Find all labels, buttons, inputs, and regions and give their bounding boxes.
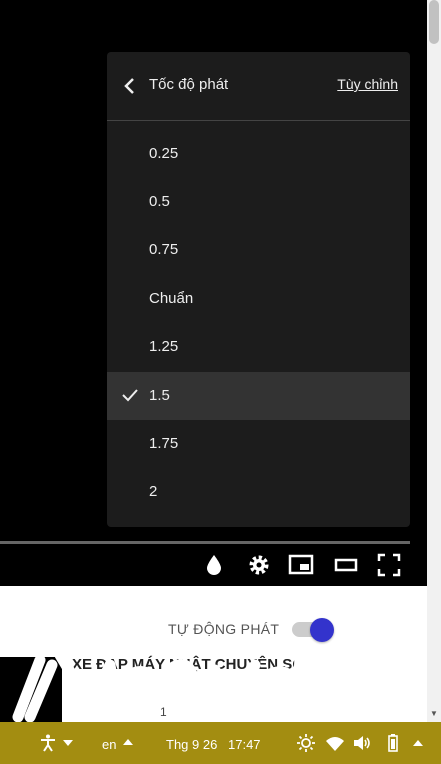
system-tray-arrow-icon[interactable]	[411, 736, 425, 750]
ambient-mode-drop-icon[interactable]	[201, 552, 227, 578]
speed-option[interactable]: 0.25	[107, 130, 410, 178]
speed-option-selected[interactable]: 1.5	[107, 372, 410, 420]
speed-option[interactable]: Chuẩn	[107, 275, 410, 323]
menu-header: Tốc độ phát Tùy chỉnh	[107, 52, 410, 121]
speed-option[interactable]: 1.25	[107, 323, 410, 371]
speed-option[interactable]: 1.75	[107, 420, 410, 468]
playback-speed-menu: Tốc độ phát Tùy chỉnh 0.25 0.5 0.75 Chuẩ…	[107, 52, 410, 527]
speed-option-label: 0.75	[149, 241, 179, 258]
dropdown-arrow-icon[interactable]	[61, 736, 75, 750]
speed-option-label: 1.75	[149, 435, 179, 452]
speed-option[interactable]: 0.75	[107, 226, 410, 274]
scrollbar-thumb[interactable]	[429, 0, 439, 44]
miniplayer-icon[interactable]	[288, 552, 314, 578]
wifi-icon[interactable]	[325, 733, 345, 753]
speed-option-label: 2	[149, 483, 158, 500]
theater-mode-icon[interactable]	[333, 552, 359, 578]
speed-option-label: Chuẩn	[149, 290, 194, 307]
back-chevron-icon[interactable]	[123, 76, 137, 96]
handwritten-scribble	[12, 649, 306, 725]
accessibility-icon[interactable]	[38, 733, 58, 753]
speed-option-label: 1.25	[149, 338, 179, 355]
speed-option-label: 1.5	[149, 387, 170, 404]
menu-title: Tốc độ phát	[149, 76, 229, 93]
battery-icon[interactable]	[383, 733, 403, 753]
volume-icon[interactable]	[352, 733, 372, 753]
taskbar-date[interactable]: Thg 9 26	[166, 737, 217, 752]
speed-option[interactable]: 2	[107, 468, 410, 516]
scrollbar[interactable]	[427, 0, 441, 722]
custom-speed-link[interactable]: Tùy chỉnh	[337, 76, 398, 92]
speed-option-label: 0.5	[149, 193, 170, 210]
settings-gear-icon[interactable]	[246, 552, 272, 578]
checkmark-icon	[122, 389, 138, 402]
fullscreen-icon[interactable]	[376, 552, 402, 578]
language-up-arrow-icon[interactable]	[121, 735, 135, 749]
keyboard-language[interactable]: en	[102, 737, 116, 752]
speed-option-label: 0.25	[149, 145, 179, 162]
speed-option[interactable]: 0.5	[107, 178, 410, 226]
scroll-down-arrow-icon[interactable]: ▼	[428, 708, 440, 720]
brightness-icon[interactable]	[296, 733, 316, 753]
progress-bar[interactable]	[0, 541, 410, 544]
taskbar-clock[interactable]: 17:47	[228, 737, 261, 752]
